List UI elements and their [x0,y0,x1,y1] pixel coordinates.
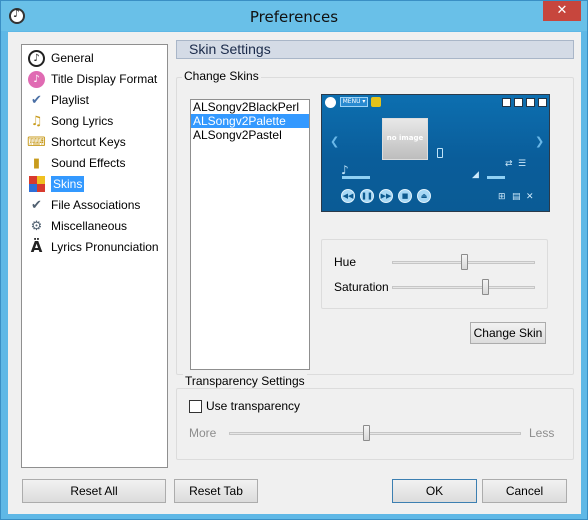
hue-slider-row: Hue [334,253,548,271]
preferences-window: Preferences ✕ ♪ General ♪ Title Display … [0,0,588,520]
preview-eject-icon: ⏏ [417,189,431,203]
preview-tool-icon-3: ✕ [526,192,534,202]
sidebar-item-label: Miscellaneous [51,219,128,233]
disc-icon: ♪ [28,49,45,67]
lyrics-icon: ♫ [30,113,43,129]
sidebar-item-sound-effects[interactable]: ▮ Sound Effects [28,153,168,173]
window-title: Preferences [249,8,339,26]
preview-repeat-icon: ⇄ [505,159,513,169]
saturation-slider-row: Saturation [334,278,548,296]
sidebar-item-label: Skins [51,176,85,192]
sidebar-item-file-associations[interactable]: ✔ File Associations [28,195,168,215]
transparency-settings-label: Transparency Settings [183,374,307,388]
close-button[interactable]: ✕ [543,1,581,21]
list-item[interactable]: ALSongv2Palette [191,114,309,128]
preview-restore-icon [514,98,523,107]
sidebar-item-title-display-format[interactable]: ♪ Title Display Format [28,69,168,89]
preview-tool-icon-1: ⊞ [498,192,506,202]
skins-icon [28,176,45,193]
sidebar-item-label: Song Lyrics [51,114,114,128]
list-item[interactable]: ALSongv2Pastel [191,128,309,142]
preview-menu-button: MENU ▾ [340,97,368,107]
color-adjust-panel [321,239,548,309]
sidebar-item-playlist[interactable]: ✔ Playlist [28,90,168,110]
preview-forward-icon: ▶▶ [379,189,393,203]
preview-maximize-icon [526,98,535,107]
sidebar-item-label: Title Display Format [51,72,158,86]
folder-icon: ✔ [31,197,42,213]
preview-phone-icon [437,148,443,158]
preview-progress-bar [342,176,370,179]
dialog-body: ♪ General ♪ Title Display Format ✔ Playl… [8,32,581,514]
saturation-slider-thumb[interactable] [481,279,489,295]
preview-badge-icon [371,97,381,107]
preview-minimize-icon [502,98,511,107]
preview-volume-bar [487,176,505,179]
reset-tab-button[interactable]: Reset Tab [174,479,258,503]
keyboard-icon: ⌨ [27,134,46,150]
sidebar-item-lyrics-pronunciation[interactable]: Ä Lyrics Pronunciation [28,237,168,257]
preview-note-icon: ♪ [341,163,349,177]
sidebar-item-shortcut-keys[interactable]: ⌨ Shortcut Keys [27,132,168,152]
transparency-track[interactable] [229,432,521,435]
sidebar-item-label: Playlist [51,93,90,107]
preview-album-art: no image [382,118,428,160]
sidebar-item-skins[interactable]: Skins [28,174,168,194]
speaker-icon: ▮ [32,155,41,171]
hue-slider-thumb[interactable] [460,254,468,270]
change-skin-button[interactable]: Change Skin [470,322,546,344]
preview-rewind-icon: ◀◀ [341,189,355,203]
sidebar-item-label: Shortcut Keys [51,135,126,149]
list-item[interactable]: ALSongv2BlackPerl [191,100,309,114]
less-label: Less [529,426,555,440]
preview-prev-arrow-icon: ❮ [330,135,340,148]
sidebar-item-miscellaneous[interactable]: ⚙ Miscellaneous [28,216,168,236]
sidebar-item-song-lyrics[interactable]: ♫ Song Lyrics [28,111,168,131]
preview-next-arrow-icon: ❯ [535,135,545,148]
sidebar-item-label: Sound Effects [51,156,126,170]
wrench-icon: ⚙ [30,218,43,234]
sidebar-item-general[interactable]: ♪ General [28,48,168,68]
preview-shuffle-icon: ☰ [518,159,527,169]
saturation-track[interactable] [392,286,535,289]
preview-stop-icon: ■ [398,189,412,203]
saturation-label: Saturation [334,280,389,294]
section-title: Skin Settings [176,40,574,59]
skin-preview: MENU ▾ ❮ ❯ no image ♪ ◢ ⇄ ☰ ◀◀ ❚❚ ▶▶ ■ ⏏… [321,94,550,212]
playlist-icon: ✔ [31,92,42,108]
title-bar[interactable]: Preferences ✕ [1,1,587,31]
reset-all-button[interactable]: Reset All [22,479,166,503]
preview-volume-icon: ◢ [472,170,479,180]
hue-label: Hue [334,255,357,269]
use-transparency-checkbox[interactable] [189,400,202,413]
ok-button[interactable]: OK [392,479,477,503]
title-format-icon: ♪ [28,70,45,88]
transparency-slider-thumb[interactable] [363,425,371,441]
sidebar-item-label: File Associations [51,198,141,212]
preview-pause-icon: ❚❚ [360,189,374,203]
umlaut-a-icon: Ä [30,238,43,256]
preview-art-text: no image [386,134,424,142]
sidebar-item-label: General [51,51,94,65]
more-label: More [189,426,217,440]
category-list: ♪ General ♪ Title Display Format ✔ Playl… [21,44,168,468]
preview-close-icon [538,98,547,107]
cancel-button[interactable]: Cancel [482,479,567,503]
sidebar-item-label: Lyrics Pronunciation [51,240,159,254]
preview-tool-icon-2: ▤ [512,192,521,202]
skin-list[interactable]: ALSongv2BlackPerl ALSongv2Palette ALSong… [190,99,310,370]
change-skins-label: Change Skins [182,69,261,83]
use-transparency-label[interactable]: Use transparency [206,399,300,413]
preview-logo-icon [325,97,336,108]
